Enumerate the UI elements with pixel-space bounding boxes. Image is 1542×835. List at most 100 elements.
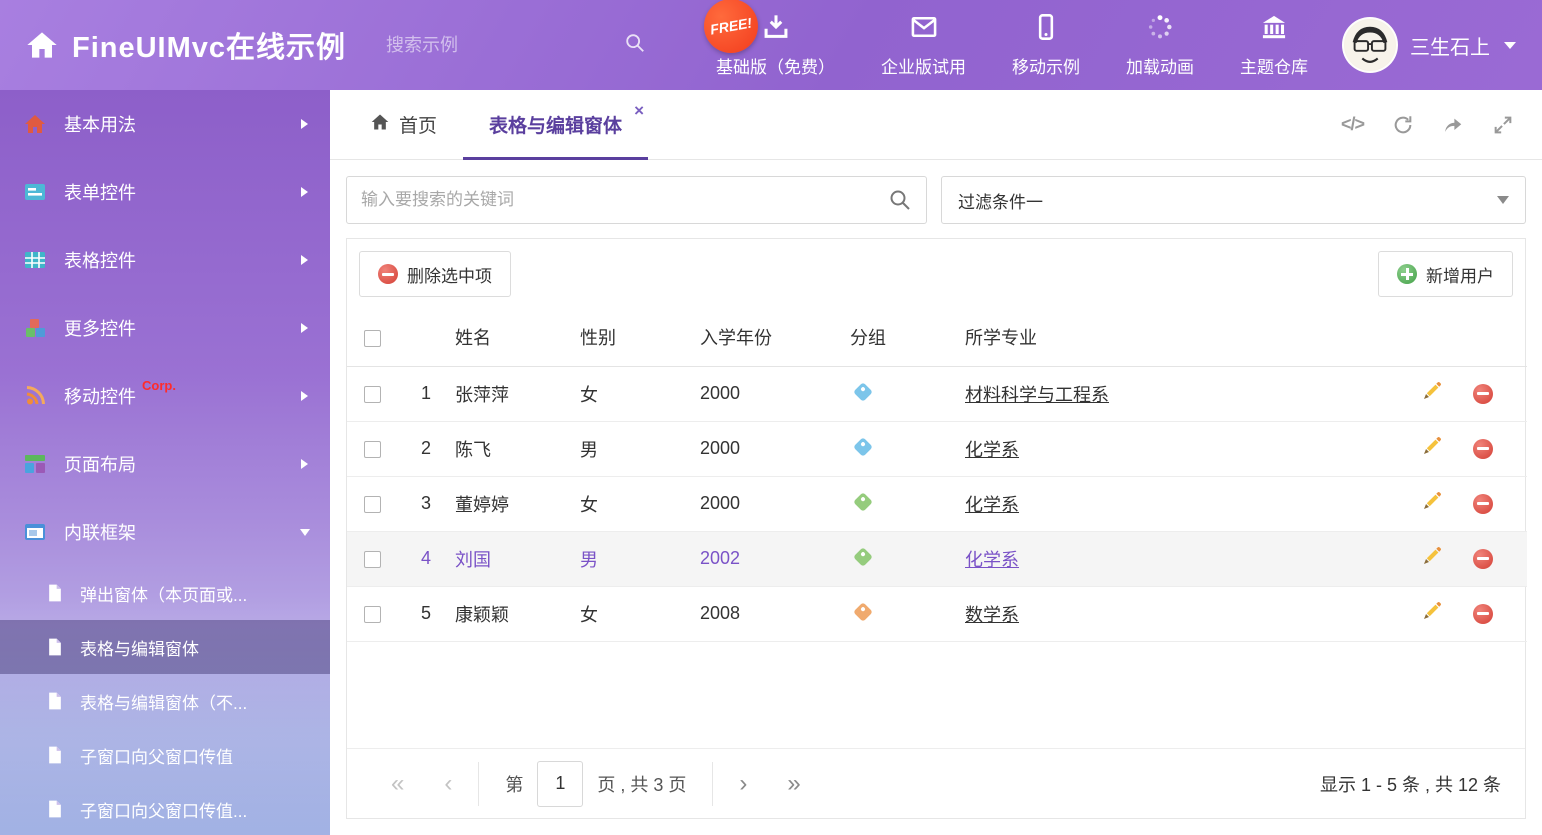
chevron-right-icon — [301, 391, 308, 401]
share-forward-icon[interactable] — [1442, 114, 1464, 136]
first-page-button[interactable]: « — [371, 770, 424, 798]
file-icon — [44, 745, 66, 765]
table-row[interactable]: 3 董婷婷 女 2000 化学系 — [347, 476, 1527, 531]
tab-home[interactable]: 首页 — [344, 90, 463, 159]
chevron-right-icon — [301, 187, 308, 197]
sidebar-item-iframe[interactable]: 内联框架 — [0, 498, 330, 566]
mobile-icon — [1032, 13, 1060, 46]
delete-button-label: 删除选中项 — [407, 262, 492, 287]
home-icon — [22, 112, 48, 136]
user-menu[interactable]: 三生石上 — [1342, 17, 1516, 73]
chevron-right-icon — [301, 119, 308, 129]
major-link[interactable]: 数学系 — [965, 605, 1019, 625]
file-icon — [44, 637, 66, 657]
row-checkbox[interactable] — [364, 441, 381, 458]
prev-page-button[interactable]: ‹ — [424, 770, 472, 798]
row-checkbox[interactable] — [364, 386, 381, 403]
edit-pencil-icon[interactable] — [1422, 491, 1442, 516]
select-all-checkbox[interactable] — [364, 330, 381, 347]
sidebar-item-page-layout[interactable]: 页面布局 — [0, 430, 330, 498]
filter-dropdown[interactable]: 过滤条件一 — [941, 176, 1526, 224]
sidebar-subitem-label: 表格与编辑窗体 — [80, 635, 199, 660]
edit-pencil-icon[interactable] — [1422, 601, 1442, 626]
sidebar: 基本用法 表单控件 表格控件 更多控件 移动控件 Corp. 页面布局 内联框架… — [0, 90, 330, 835]
edit-pencil-icon[interactable] — [1422, 546, 1442, 571]
sidebar-item-form-controls[interactable]: 表单控件 — [0, 158, 330, 226]
tabbar-actions: </> — [1341, 90, 1528, 159]
sidebar-subitem-grid-edit-window[interactable]: 表格与编辑窗体 — [0, 620, 330, 674]
keyword-search-input[interactable] — [361, 190, 888, 210]
edit-pencil-icon[interactable] — [1422, 436, 1442, 461]
major-link[interactable]: 材料科学与工程系 — [965, 385, 1109, 405]
delete-selected-button[interactable]: 删除选中项 — [359, 251, 511, 297]
sidebar-item-label: 更多控件 — [64, 315, 136, 341]
top-header: FineUIMvc在线示例 FREE! 基础版（免费） 企业版试用 移动示例 — [0, 0, 1542, 90]
home-logo-icon[interactable] — [26, 29, 58, 61]
tab-grid-edit-window[interactable]: 表格与编辑窗体 × — [463, 90, 648, 159]
envelope-icon — [910, 13, 938, 46]
major-link[interactable]: 化学系 — [965, 550, 1019, 570]
table-icon — [22, 248, 48, 272]
major-link[interactable]: 化学系 — [965, 440, 1019, 460]
nav-mobile-demo[interactable]: 移动示例 — [1012, 13, 1080, 78]
delete-row-icon[interactable] — [1473, 494, 1493, 514]
tag-icon — [853, 547, 873, 567]
nav-loading-animation[interactable]: 加载动画 — [1126, 13, 1194, 78]
major-link[interactable]: 化学系 — [965, 495, 1019, 515]
chevron-right-icon — [301, 255, 308, 265]
refresh-icon[interactable] — [1392, 114, 1414, 136]
next-page-button[interactable]: › — [719, 770, 767, 798]
delete-row-icon[interactable] — [1473, 604, 1493, 624]
cell-gender: 女 — [580, 476, 700, 531]
add-user-button[interactable]: 新增用户 — [1378, 251, 1513, 297]
table-row[interactable]: 1 张萍萍 女 2000 材料科学与工程系 — [347, 366, 1527, 421]
page-suffix-label: 页 , 共 3 页 — [597, 771, 686, 797]
row-checkbox[interactable] — [364, 551, 381, 568]
header-gender: 性别 — [580, 309, 700, 366]
sidebar-item-label: 移动控件 — [64, 383, 136, 409]
tag-icon — [853, 382, 873, 402]
last-page-button[interactable]: » — [767, 770, 820, 798]
plus-circle-icon — [1397, 264, 1417, 284]
sidebar-subitem-child-to-parent-2[interactable]: 子窗口向父窗口传值... — [0, 782, 330, 835]
sidebar-item-basic-usage[interactable]: 基本用法 — [0, 90, 330, 158]
header-actions — [1397, 309, 1527, 366]
table-row[interactable]: 5 康颖颖 女 2008 数学系 — [347, 586, 1527, 641]
tag-icon — [853, 437, 873, 457]
chevron-down-icon — [300, 529, 310, 536]
nav-enterprise-trial[interactable]: 企业版试用 — [881, 13, 966, 78]
sidebar-item-more-controls[interactable]: 更多控件 — [0, 294, 330, 362]
table-row-selected[interactable]: 4 刘国 男 2002 化学系 — [347, 531, 1527, 586]
edit-pencil-icon[interactable] — [1422, 381, 1442, 406]
row-checkbox[interactable] — [364, 606, 381, 623]
delete-row-icon[interactable] — [1473, 384, 1493, 404]
layout-icon — [22, 452, 48, 476]
header-major: 所学专业 — [965, 309, 1397, 366]
sidebar-subitem-popup-window[interactable]: 弹出窗体（本页面或... — [0, 566, 330, 620]
tag-icon — [853, 492, 873, 512]
sidebar-subitem-label: 表格与编辑窗体（不... — [80, 689, 247, 714]
fullscreen-expand-icon[interactable] — [1492, 114, 1514, 136]
cell-gender: 男 — [580, 531, 700, 586]
search-icon[interactable] — [624, 32, 646, 59]
nav-basic-free[interactable]: FREE! 基础版（免费） — [716, 13, 835, 78]
sidebar-subitem-grid-edit-window-2[interactable]: 表格与编辑窗体（不... — [0, 674, 330, 728]
source-code-icon[interactable]: </> — [1341, 114, 1364, 135]
download-icon — [762, 13, 790, 46]
header-search-input[interactable] — [386, 35, 618, 56]
delete-row-icon[interactable] — [1473, 439, 1493, 459]
sidebar-item-mobile-controls[interactable]: 移动控件 Corp. — [0, 362, 330, 430]
cell-year: 2000 — [700, 366, 850, 421]
table-header-row: 姓名 性别 入学年份 分组 所学专业 — [347, 309, 1527, 366]
delete-row-icon[interactable] — [1473, 549, 1493, 569]
sidebar-subitem-child-to-parent[interactable]: 子窗口向父窗口传值 — [0, 728, 330, 782]
table-row[interactable]: 2 陈飞 男 2000 化学系 — [347, 421, 1527, 476]
row-checkbox[interactable] — [364, 496, 381, 513]
sidebar-item-table-controls[interactable]: 表格控件 — [0, 226, 330, 294]
page-number-input[interactable]: 1 — [537, 761, 583, 807]
page-content: 过滤条件一 删除选中项 新增用户 — [330, 160, 1542, 835]
search-icon[interactable] — [888, 188, 912, 212]
page-number-group: 第 1 页 , 共 3 页 — [478, 762, 713, 806]
nav-theme-repo[interactable]: 主题仓库 — [1240, 13, 1308, 78]
close-icon[interactable]: × — [634, 102, 644, 119]
